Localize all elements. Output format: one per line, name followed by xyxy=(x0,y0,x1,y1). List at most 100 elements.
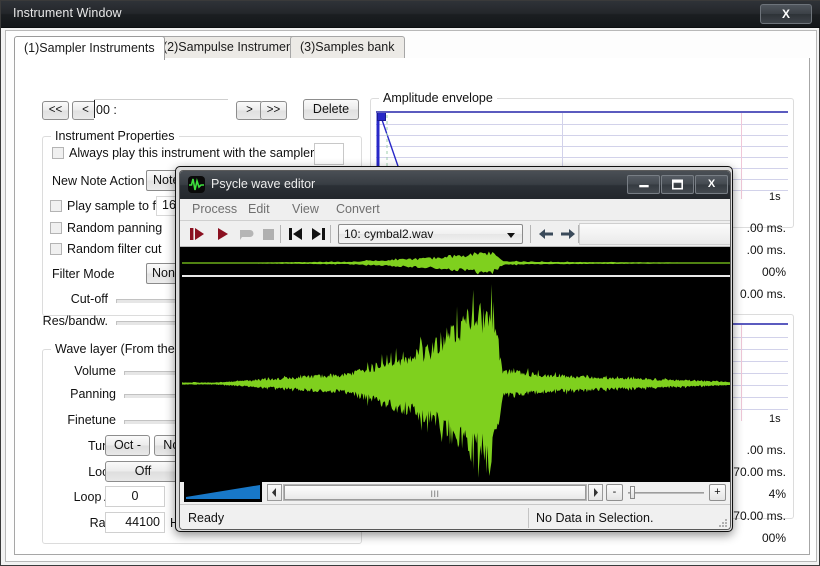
chevron-down-icon xyxy=(507,233,515,238)
instrument-window-titlebar: Instrument Window X xyxy=(1,1,820,28)
minimize-icon xyxy=(628,176,659,193)
wave-editor-scroll-row: III - + xyxy=(180,482,731,504)
zoom-slider-thumb[interactable] xyxy=(630,486,635,499)
selection-right-button[interactable] xyxy=(558,225,578,243)
random-filter-cut-checkbox[interactable] xyxy=(50,243,62,255)
nav-next-button[interactable]: > xyxy=(236,101,263,120)
volume-label: Volume xyxy=(46,364,116,378)
random-filter-cut-row[interactable]: Random filter cut xyxy=(50,242,161,256)
maximize-icon xyxy=(662,176,693,193)
selection-left-icon xyxy=(536,225,556,243)
filter-mode-label: Filter Mode xyxy=(52,267,115,281)
psycle-waveform-icon xyxy=(188,176,205,193)
menu-edit[interactable]: Edit xyxy=(244,202,274,216)
toolbar-separator xyxy=(280,225,281,243)
menu-convert[interactable]: Convert xyxy=(332,202,384,216)
wave-editor-frame: Psycle wave editor X Process Edit View C… xyxy=(179,170,731,530)
selection-right-icon xyxy=(558,225,578,243)
menu-process[interactable]: Process xyxy=(188,202,241,216)
nav-first-button[interactable]: << xyxy=(42,101,69,120)
waveform-overview-plot xyxy=(182,249,730,277)
play-from-start-button[interactable] xyxy=(188,225,208,243)
loop-toggle-button[interactable]: Off xyxy=(105,461,181,482)
play-from-start-icon xyxy=(188,225,208,243)
waveform-overview-strip[interactable] xyxy=(182,249,730,277)
skip-to-end-button[interactable] xyxy=(308,225,328,243)
close-icon: X xyxy=(696,176,727,193)
random-panning-checkbox[interactable] xyxy=(50,222,62,234)
rate-input[interactable]: 44100 xyxy=(105,512,165,533)
menu-view[interactable]: View xyxy=(288,202,323,216)
play-sample-to-fit-row[interactable]: Play sample to fit xyxy=(50,199,162,213)
nav-last-button[interactable]: >> xyxy=(260,101,287,120)
status-text: Ready xyxy=(188,511,224,525)
status-separator xyxy=(528,508,529,528)
toolbar-separator xyxy=(330,225,331,243)
tab-samples-bank[interactable]: (3)Samples bank xyxy=(290,36,405,58)
wave-select-dropdown[interactable]: 10: cymbal2.wav xyxy=(338,224,523,244)
maximize-button[interactable] xyxy=(661,175,694,194)
stop-icon xyxy=(259,225,279,243)
always-play-checkbox[interactable] xyxy=(52,147,64,159)
horizontal-scrollbar-track[interactable]: III xyxy=(283,484,587,501)
amplitude-envelope-time-tick: 1s xyxy=(769,191,781,203)
wave-editor-close-button[interactable]: X xyxy=(695,175,728,194)
waveform-main-svg xyxy=(182,281,730,486)
play-button[interactable] xyxy=(213,225,233,243)
instrument-properties-label: Instrument Properties xyxy=(51,129,179,143)
resize-grip-icon[interactable] xyxy=(716,518,728,528)
tab-strip: (1)Sampler Instruments (2)Sampulse Instr… xyxy=(14,36,810,58)
hex-value-input[interactable] xyxy=(314,143,344,165)
random-filter-cut-label: Random filter cut xyxy=(67,242,161,256)
horizontal-scrollbar-thumb[interactable]: III xyxy=(284,485,586,500)
random-panning-row[interactable]: Random panning xyxy=(50,221,162,235)
wave-editor-statusbar: Ready No Data in Selection. xyxy=(180,504,731,530)
stop-button[interactable] xyxy=(259,225,279,243)
loop-at-input[interactable]: 0 xyxy=(105,486,165,507)
zoom-level-indicator[interactable] xyxy=(184,482,262,502)
scroll-right-button[interactable] xyxy=(588,484,603,501)
tab-sampulse-instruments[interactable]: (2)Sampulse Instruments xyxy=(153,36,313,58)
scroll-left-button[interactable] xyxy=(267,484,282,501)
loop-icon xyxy=(236,225,256,243)
delete-button[interactable]: Delete xyxy=(303,99,359,120)
waveform-main-plot[interactable] xyxy=(182,281,730,486)
instrument-name-input[interactable]: 00 : xyxy=(94,99,228,121)
toolbar-empty-area xyxy=(579,223,731,245)
cutoff-label: Cut-off xyxy=(42,292,108,306)
finetune-label: Finetune xyxy=(40,413,116,427)
zoom-out-button[interactable]: - xyxy=(606,484,623,501)
tune-octave-button[interactable]: Oct - xyxy=(105,435,150,456)
play-sample-to-fit-checkbox[interactable] xyxy=(50,200,62,212)
selection-left-button[interactable] xyxy=(536,225,556,243)
psycle-wave-editor-window: Psycle wave editor X Process Edit View C… xyxy=(175,166,733,532)
loop-button[interactable] xyxy=(236,225,256,243)
minimize-button[interactable] xyxy=(627,175,660,194)
wave-editor-menubar: Process Edit View Convert xyxy=(180,199,731,221)
envelope-handle[interactable] xyxy=(377,112,386,121)
new-note-action-label: New Note Action xyxy=(52,174,144,188)
zoom-level-triangle-icon xyxy=(184,482,262,502)
zoom-in-button[interactable]: + xyxy=(709,484,726,501)
arrow-right-icon xyxy=(589,485,602,500)
tab-sampler-instruments[interactable]: (1)Sampler Instruments xyxy=(14,36,165,60)
selection-status-text: No Data in Selection. xyxy=(536,511,653,525)
amplitude-envelope-label: Amplitude envelope xyxy=(379,91,497,105)
res-bandw-label: Res/bandw. xyxy=(32,314,108,328)
filter-envelope-time-tick: 1s xyxy=(769,413,781,425)
wave-editor-title: Psycle wave editor xyxy=(211,177,315,191)
zoom-slider[interactable] xyxy=(628,486,704,499)
skip-to-start-icon xyxy=(286,225,306,243)
waveform-display-area[interactable] xyxy=(180,247,731,490)
always-play-label: Always play this instrument with the sam… xyxy=(69,146,345,160)
skip-to-start-button[interactable] xyxy=(286,225,306,243)
wave-editor-toolbar: 10: cymbal2.wav xyxy=(180,221,731,247)
always-play-row[interactable]: Always play this instrument with the sam… xyxy=(52,146,345,160)
play-icon xyxy=(213,225,233,243)
close-button[interactable]: X xyxy=(760,4,812,24)
wave-editor-titlebar: Psycle wave editor X xyxy=(180,171,731,199)
text-caret xyxy=(94,100,95,118)
arrow-left-icon xyxy=(268,485,281,500)
random-panning-label: Random panning xyxy=(67,221,162,235)
wave-select-value: 10: cymbal2.wav xyxy=(344,227,433,241)
